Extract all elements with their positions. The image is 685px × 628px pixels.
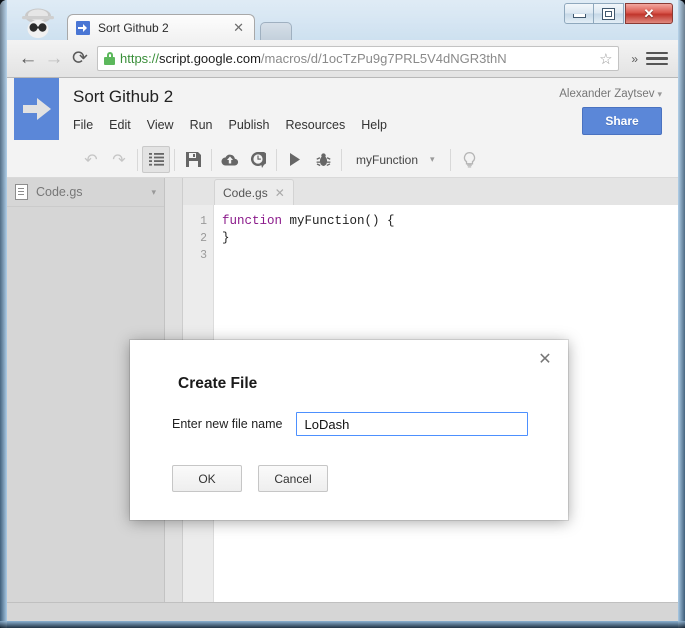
dialog-field-row: Enter new file name — [172, 412, 528, 436]
sidebar-file-name: Code.gs — [36, 185, 83, 199]
window-caption-buttons: ✕ — [564, 3, 673, 24]
function-selector-value: myFunction — [356, 152, 419, 167]
save-icon[interactable] — [179, 146, 207, 173]
menu-file[interactable]: File — [73, 115, 101, 135]
minimize-icon — [572, 14, 586, 18]
menu-publish[interactable]: Publish — [221, 115, 278, 135]
user-account-menu[interactable]: Alexander Zaytsev ▾ — [559, 88, 662, 100]
app-header: Sort Github 2 File Edit View Run Publish… — [7, 78, 678, 143]
chevron-down-icon: ▾ — [657, 89, 662, 99]
undo-icon[interactable]: ↶ — [77, 146, 105, 173]
dialog-buttons: OK Cancel — [172, 465, 328, 492]
user-name: Alexander Zaytsev — [559, 88, 655, 100]
dialog-title: Create File — [178, 375, 258, 392]
browser-tab[interactable]: Sort Github 2 ✕ — [67, 14, 255, 40]
reload-button[interactable]: ⟳ — [67, 46, 93, 72]
menu-run[interactable]: Run — [182, 115, 221, 135]
address-bar-url: https://script.google.com/macros/d/1ocTz… — [120, 51, 597, 66]
address-bar[interactable]: https://script.google.com/macros/d/1ocTz… — [97, 46, 620, 71]
line-number: 1 — [200, 215, 207, 228]
code-line: } — [222, 230, 678, 247]
url-scheme: https:// — [120, 51, 160, 66]
back-button[interactable]: ← — [15, 46, 41, 72]
window-frame: ✕ Sort Github 2 ✕ ← → ⟳ https://script.g… — [0, 0, 685, 628]
toolbar-separator-5 — [341, 148, 342, 171]
page-title: Sort Github 2 — [73, 87, 174, 106]
window-maximize-button[interactable] — [594, 3, 624, 24]
dialog-close-icon[interactable]: ✕ — [536, 350, 554, 368]
window-statusbar — [7, 602, 678, 621]
editor-tabbar: Code.gs ✕ — [183, 178, 678, 205]
window-edge-right — [678, 0, 685, 628]
function-selector[interactable]: myFunction ▾ — [346, 148, 446, 171]
hamburger-menu-icon[interactable] — [644, 48, 670, 70]
app-toolbar: ↶ ↷ myFunction ▾ — [7, 142, 678, 178]
maximize-icon — [602, 7, 615, 20]
run-icon[interactable] — [281, 146, 309, 173]
window-minimize-button[interactable] — [564, 3, 594, 24]
file-name-input[interactable] — [296, 412, 528, 436]
redo-icon[interactable]: ↷ — [105, 146, 133, 173]
window-edge-left — [0, 0, 7, 628]
toolbar-separator-3 — [211, 148, 212, 171]
window-close-button[interactable]: ✕ — [625, 3, 673, 24]
bookmark-star-icon[interactable]: ☆ — [597, 50, 614, 68]
hint-lightbulb-icon[interactable] — [455, 146, 483, 173]
editor-tab-code-gs[interactable]: Code.gs ✕ — [214, 179, 294, 205]
menu-help[interactable]: Help — [353, 115, 395, 135]
cloud-upload-icon[interactable] — [216, 146, 244, 173]
app-menubar: File Edit View Run Publish Resources Hel… — [73, 115, 395, 135]
incognito-icon — [15, 7, 61, 39]
toolbar-separator-2 — [174, 148, 175, 171]
lock-icon — [104, 52, 115, 65]
new-tab-button[interactable] — [260, 22, 292, 41]
sidebar-item-code-gs[interactable]: Code.gs ▾ — [7, 178, 164, 207]
editor-tab-close-icon[interactable]: ✕ — [275, 186, 285, 200]
ok-button[interactable]: OK — [172, 465, 242, 492]
version-history-icon[interactable] — [244, 146, 272, 173]
code-text: myFunction() { — [282, 214, 395, 228]
file-document-icon — [15, 184, 28, 200]
file-name-label: Enter new file name — [172, 417, 283, 431]
window-edge-bottom — [0, 621, 685, 628]
create-file-dialog: ✕ Create File Enter new file name OK Can… — [130, 340, 568, 520]
chevron-down-icon[interactable]: ▾ — [151, 187, 156, 198]
line-number: 3 — [200, 249, 207, 262]
code-keyword: function — [222, 214, 283, 228]
code-text: } — [222, 231, 230, 245]
toolbar-separator-1 — [137, 148, 138, 171]
page-viewport: Sort Github 2 File Edit View Run Publish… — [7, 78, 678, 603]
forward-button[interactable]: → — [41, 46, 67, 72]
browser-tabstrip: Sort Github 2 ✕ — [7, 3, 565, 41]
toolbar-separator-4 — [276, 148, 277, 171]
editor-tab-label: Code.gs — [223, 185, 268, 200]
apps-script-logo-icon — [14, 78, 59, 140]
code-line: function myFunction() { — [222, 213, 678, 230]
browser-tab-title: Sort Github 2 — [98, 20, 169, 35]
screenshot-root: ✕ Sort Github 2 ✕ ← → ⟳ https://script.g… — [0, 0, 685, 628]
line-number: 2 — [200, 232, 207, 245]
indent-icon[interactable] — [142, 146, 170, 173]
tab-close-icon[interactable]: ✕ — [231, 20, 246, 35]
cancel-button[interactable]: Cancel — [258, 465, 328, 492]
menu-edit[interactable]: Edit — [101, 115, 139, 135]
menu-resources[interactable]: Resources — [278, 115, 354, 135]
browser-toolbar: ← → ⟳ https://script.google.com/macros/d… — [7, 40, 678, 78]
chevron-down-icon: ▾ — [430, 154, 435, 164]
share-button[interactable]: Share — [582, 107, 662, 135]
toolbar-overflow-button[interactable]: » — [625, 52, 644, 66]
debug-bug-icon[interactable] — [309, 146, 337, 173]
toolbar-separator-6 — [450, 148, 451, 171]
url-host: script.google.com — [159, 51, 261, 66]
url-path: /macros/d/1ocTzPu9g7PRL5V4dNGR3thN — [260, 51, 507, 66]
apps-script-favicon-icon — [76, 20, 90, 35]
menu-view[interactable]: View — [139, 115, 182, 135]
